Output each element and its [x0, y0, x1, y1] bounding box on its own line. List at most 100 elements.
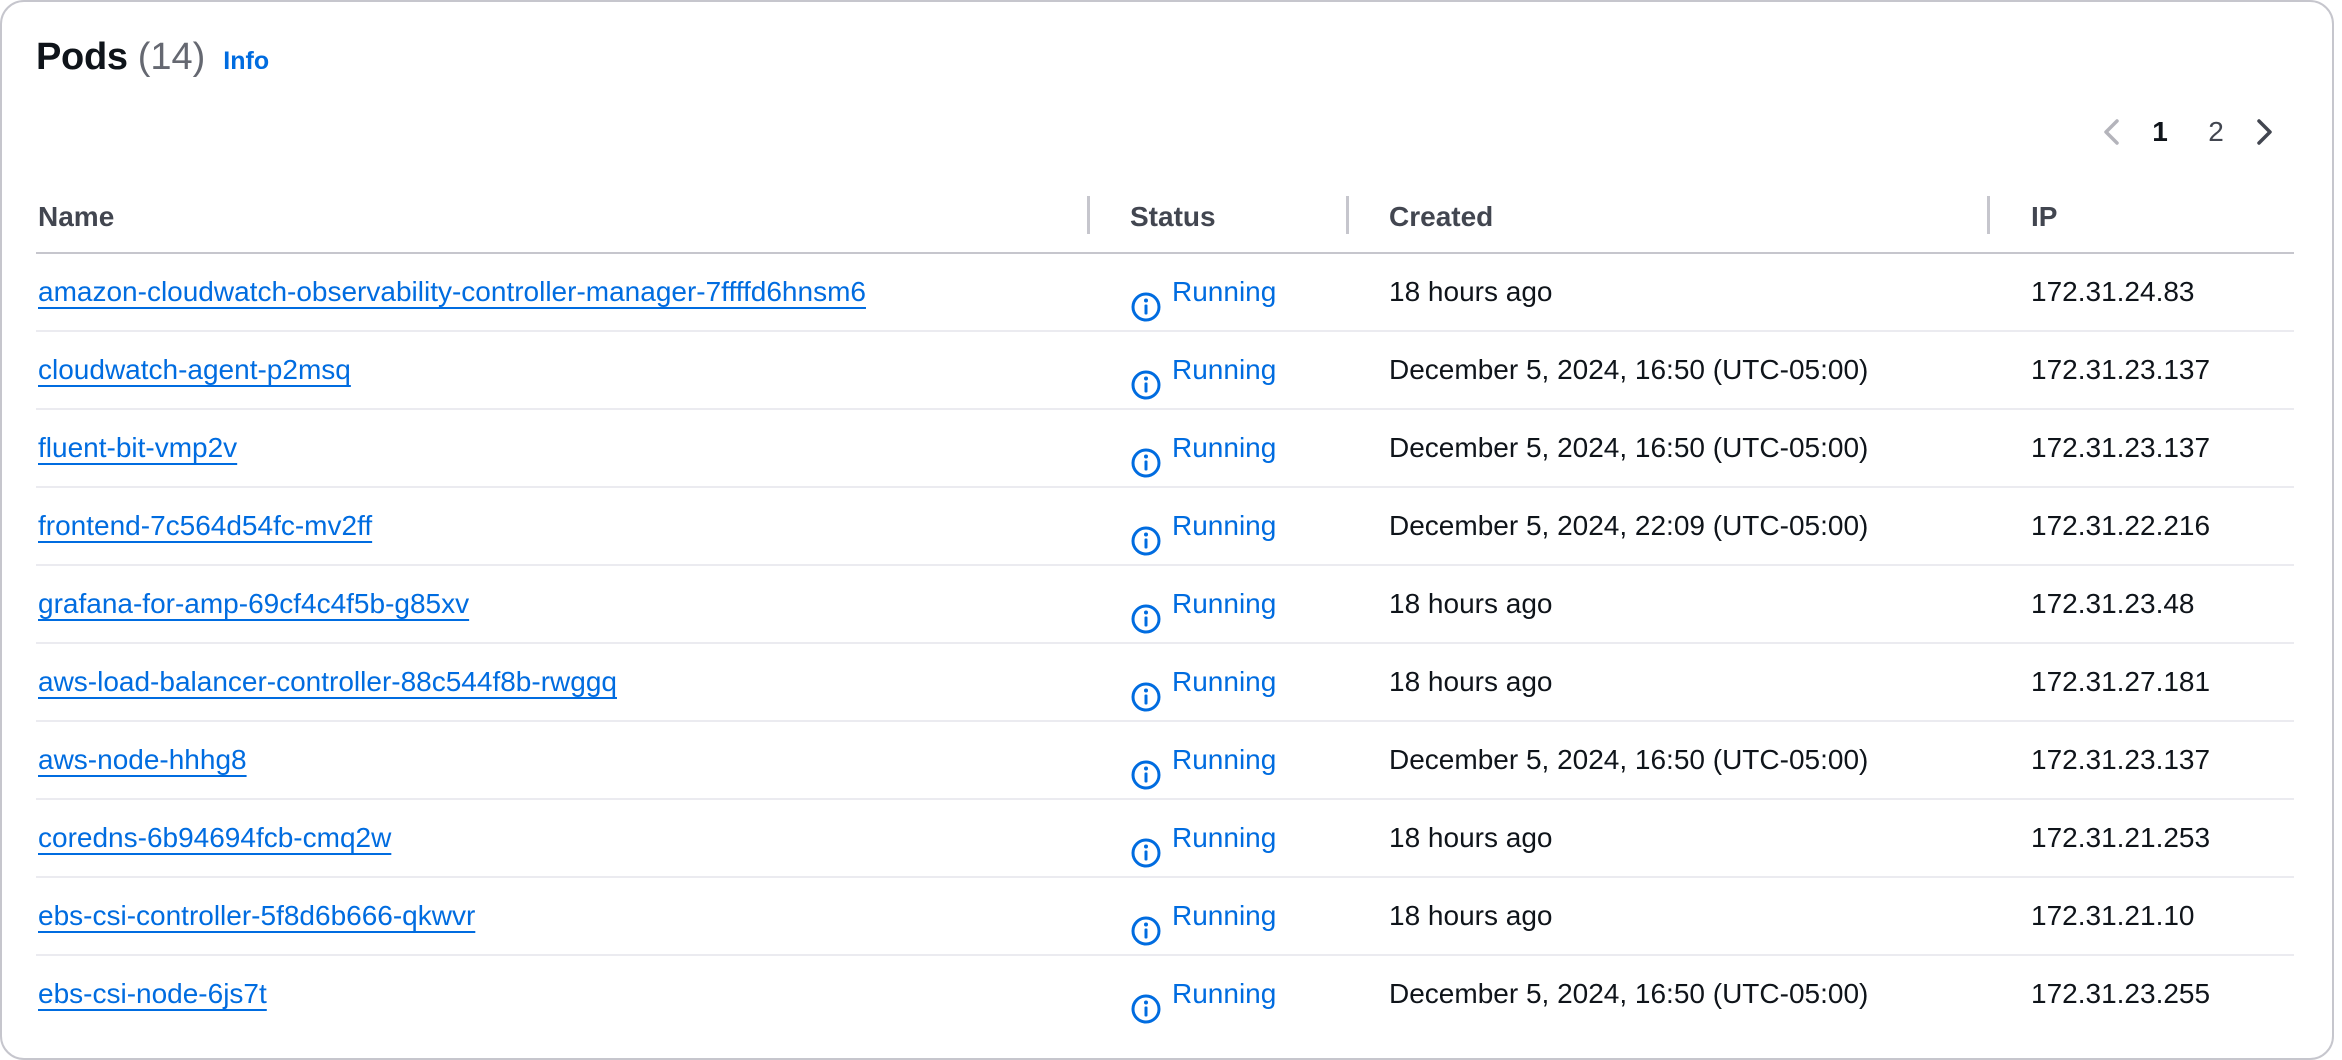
status-indicator: Running — [1130, 722, 1276, 798]
pod-name-cell: grafana-for-amp-69cf4c4f5b-g85xv — [38, 566, 469, 642]
pods-table: Name Status Created IP amazon-cloudwatch… — [36, 186, 2294, 1032]
pod-name-link[interactable]: cloudwatch-agent-p2msq — [38, 354, 351, 385]
column-header-ip[interactable]: IP — [2031, 186, 2057, 252]
ip-cell: 172.31.24.83 — [2031, 276, 2195, 307]
previous-page-button[interactable] — [2092, 110, 2132, 154]
status-cell: Running — [1130, 878, 1276, 954]
status-text: Running — [1172, 588, 1277, 619]
table-row: grafana-for-amp-69cf4c4f5b-g85xv Running 1… — [36, 566, 2294, 644]
status-indicator: Running — [1130, 254, 1276, 330]
created-cell: December 5, 2024, 16:50 (UTC-05:00) — [1389, 978, 1869, 1009]
ip-cell: 172.31.27.181 — [2031, 666, 2211, 697]
page-1-button[interactable]: 1 — [2140, 116, 2180, 148]
ip-cell: 172.31.23.255 — [2031, 978, 2211, 1009]
pod-name-cell: frontend-7c564d54fc-mv2ff — [38, 488, 372, 564]
ip-cell: 172.31.23.137 — [2031, 744, 2211, 775]
status-cell: Running — [1130, 800, 1276, 876]
column-resize-handle[interactable] — [1987, 196, 1990, 234]
pagination: 1 2 — [2092, 110, 2284, 154]
status-text: Running — [1172, 822, 1277, 853]
table-row: cloudwatch-agent-p2msq Running December 5,… — [36, 332, 2294, 410]
ip-cell: 172.31.23.137 — [2031, 354, 2211, 385]
pod-name-link[interactable]: fluent-bit-vmp2v — [38, 432, 237, 463]
pod-name-link[interactable]: coredns-6b94694fcb-cmq2w — [38, 822, 391, 853]
pod-name-link[interactable]: ebs-csi-controller-5f8d6b666-qkwvr — [38, 900, 475, 931]
created-cell: 18 hours ago — [1389, 666, 1553, 697]
status-text: Running — [1172, 510, 1277, 541]
column-header-created[interactable]: Created — [1389, 186, 1493, 252]
pod-name-cell: coredns-6b94694fcb-cmq2w — [38, 800, 391, 876]
created-cell: 18 hours ago — [1389, 588, 1553, 619]
pod-name-link[interactable]: frontend-7c564d54fc-mv2ff — [38, 510, 372, 541]
info-circle-icon — [1130, 744, 1162, 790]
status-indicator: Running — [1130, 410, 1276, 486]
status-text: Running — [1172, 432, 1277, 463]
pod-name-cell: aws-node-hhhg8 — [38, 722, 247, 798]
panel-header: Pods (14) Info — [36, 36, 269, 79]
table-row: frontend-7c564d54fc-mv2ff Running December… — [36, 488, 2294, 566]
status-indicator: Running — [1130, 644, 1276, 720]
column-header-status[interactable]: Status — [1130, 186, 1216, 252]
pod-name-link[interactable]: ebs-csi-node-6js7t — [38, 978, 267, 1009]
info-circle-icon — [1130, 822, 1162, 868]
info-circle-icon — [1130, 666, 1162, 712]
info-circle-icon — [1130, 432, 1162, 478]
pod-name-link[interactable]: aws-node-hhhg8 — [38, 744, 247, 775]
pod-name-cell: aws-load-balancer-controller-88c544f8b-r… — [38, 644, 617, 720]
pod-name-link[interactable]: grafana-for-amp-69cf4c4f5b-g85xv — [38, 588, 469, 619]
column-header-name[interactable]: Name — [38, 186, 114, 252]
pod-name-cell: ebs-csi-controller-5f8d6b666-qkwvr — [38, 878, 475, 954]
pod-name-link[interactable]: aws-load-balancer-controller-88c544f8b-r… — [38, 666, 617, 697]
created-cell: 18 hours ago — [1389, 900, 1553, 931]
status-indicator: Running — [1130, 878, 1276, 954]
ip-cell: 172.31.23.137 — [2031, 432, 2211, 463]
status-indicator: Running — [1130, 800, 1276, 876]
created-cell: 18 hours ago — [1389, 822, 1553, 853]
created-cell: December 5, 2024, 16:50 (UTC-05:00) — [1389, 744, 1869, 775]
table-row: aws-load-balancer-controller-88c544f8b-r… — [36, 644, 2294, 722]
status-cell: Running — [1130, 566, 1276, 642]
table-row: fluent-bit-vmp2v Running December 5, 2024,… — [36, 410, 2294, 488]
table-body: amazon-cloudwatch-observability-controll… — [36, 254, 2294, 1032]
info-circle-icon — [1130, 588, 1162, 634]
info-circle-icon — [1130, 510, 1162, 556]
info-circle-icon — [1130, 900, 1162, 946]
pods-panel: Pods (14) Info 1 2 Name Status Created I… — [0, 0, 2334, 1060]
next-page-button[interactable] — [2244, 110, 2284, 154]
table-row: ebs-csi-node-6js7t Running December 5, 202… — [36, 956, 2294, 1032]
chevron-right-icon — [2257, 119, 2272, 145]
ip-cell: 172.31.23.48 — [2031, 588, 2195, 619]
status-cell: Running — [1130, 722, 1276, 798]
pod-name-cell: fluent-bit-vmp2v — [38, 410, 237, 486]
table-row: ebs-csi-controller-5f8d6b666-qkwvr Runnin… — [36, 878, 2294, 956]
pod-name-cell: amazon-cloudwatch-observability-controll… — [38, 254, 866, 330]
status-indicator: Running — [1130, 566, 1276, 642]
chevron-left-icon — [2104, 119, 2119, 145]
info-link[interactable]: Info — [223, 47, 269, 76]
table-row: amazon-cloudwatch-observability-controll… — [36, 254, 2294, 332]
pod-name-link[interactable]: amazon-cloudwatch-observability-controll… — [38, 276, 866, 307]
pod-name-cell: cloudwatch-agent-p2msq — [38, 332, 351, 408]
info-circle-icon — [1130, 978, 1162, 1024]
info-circle-icon — [1130, 354, 1162, 400]
column-resize-handle[interactable] — [1087, 196, 1090, 234]
status-text: Running — [1172, 276, 1277, 307]
status-cell: Running — [1130, 644, 1276, 720]
created-cell: December 5, 2024, 22:09 (UTC-05:00) — [1389, 510, 1869, 541]
created-cell: December 5, 2024, 16:50 (UTC-05:00) — [1389, 354, 1869, 385]
status-text: Running — [1172, 666, 1277, 697]
table-row: aws-node-hhhg8 Running December 5, 2024, 1… — [36, 722, 2294, 800]
table-row: coredns-6b94694fcb-cmq2w Running 18 hours … — [36, 800, 2294, 878]
status-indicator: Running — [1130, 332, 1276, 408]
status-text: Running — [1172, 744, 1277, 775]
ip-cell: 172.31.21.253 — [2031, 822, 2211, 853]
status-text: Running — [1172, 900, 1277, 931]
table-header: Name Status Created IP — [36, 186, 2294, 254]
status-text: Running — [1172, 978, 1277, 1009]
status-cell: Running — [1130, 488, 1276, 564]
ip-cell: 172.31.22.216 — [2031, 510, 2211, 541]
page-2-button[interactable]: 2 — [2196, 116, 2236, 148]
status-cell: Running — [1130, 332, 1276, 408]
column-resize-handle[interactable] — [1346, 196, 1349, 234]
status-text: Running — [1172, 354, 1277, 385]
